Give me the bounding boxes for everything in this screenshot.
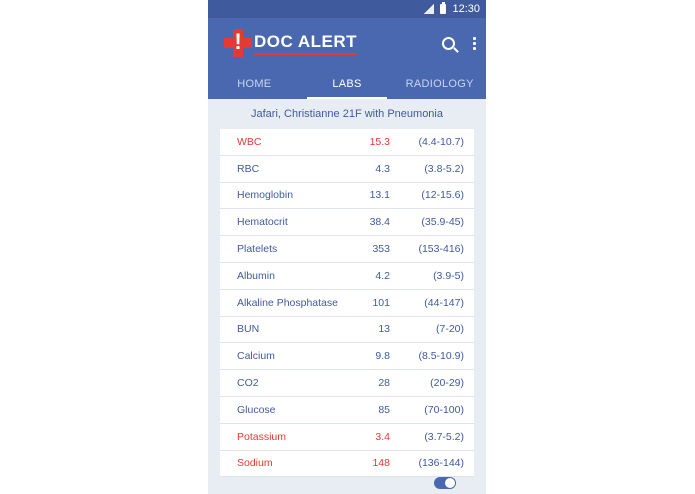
lab-value: 101	[372, 296, 390, 309]
lab-results-table: WBC 15.3 (4.4-10.7) RBC 4.3 (3.8-5.2) Hemoglob…	[220, 129, 474, 478]
battery-icon	[440, 2, 447, 14]
lab-reference-range: (7-20)	[435, 323, 464, 336]
lab-value: 13.1	[369, 189, 390, 202]
lab-name: CO2	[237, 377, 259, 390]
lab-name: BUN	[237, 323, 260, 336]
lab-value: 148	[372, 457, 390, 470]
logo-mark: !	[234, 29, 242, 54]
lab-value: 13	[378, 323, 390, 336]
lab-name: Sodium	[237, 457, 273, 470]
lab-reference-range: (12-15.6)	[421, 189, 464, 202]
app-logo: ! DOC ALERT	[224, 29, 358, 57]
lab-reference-range: (4.4-10.7)	[418, 135, 464, 148]
lab-reference-range: (3.9-5)	[433, 269, 464, 282]
lab-reference-range: (153-416)	[418, 243, 464, 256]
lab-name: Glucose	[237, 403, 276, 416]
medical-cross-icon: !	[224, 29, 252, 57]
signal-icon	[424, 4, 435, 14]
app-actions	[442, 36, 476, 50]
lab-value: 9.8	[375, 350, 390, 363]
table-row[interactable]: Albumin 4.2 (3.9-5)	[220, 263, 474, 290]
lab-name: Albumin	[237, 269, 275, 282]
table-row[interactable]: RBC 4.3 (3.8-5.2)	[220, 156, 474, 183]
table-row[interactable]: Sodium 148 (136-144)	[220, 451, 474, 478]
tab-radiology[interactable]: RADIOLOGY	[393, 68, 486, 99]
more-vert-icon[interactable]	[473, 36, 476, 50]
lab-name: Calcium	[237, 350, 275, 363]
lab-reference-range: (8.5-10.9)	[418, 350, 464, 363]
toggle-knob	[445, 478, 455, 488]
table-row[interactable]: CO2 28 (20-29)	[220, 370, 474, 397]
lab-value: 4.3	[375, 162, 390, 175]
lab-name: Potassium	[237, 430, 287, 443]
lab-reference-range: (44-147)	[424, 296, 464, 309]
lab-name: Alkaline Phosphatase	[237, 296, 338, 309]
status-time: 12:30	[452, 3, 480, 15]
lab-reference-range: (136-144)	[418, 457, 464, 470]
logo-text: DOC ALERT	[254, 32, 358, 55]
table-row[interactable]: BUN 13 (7-20)	[220, 317, 474, 344]
lab-value: 353	[372, 243, 390, 256]
table-row[interactable]: Hematocrit 38.4 (35.9-45)	[220, 209, 474, 237]
lab-value: 28	[378, 377, 390, 390]
lab-reference-range: (3.8-5.2)	[424, 162, 464, 175]
table-row[interactable]: Calcium 9.8 (8.5-10.9)	[220, 343, 474, 371]
lab-value: 15.3	[369, 135, 390, 148]
app-bar: ! DOC ALERT	[208, 18, 486, 68]
status-bar: 12:30	[208, 0, 486, 18]
lab-value: 3.4	[375, 430, 390, 443]
table-row[interactable]: Hemoglobin 13.1 (12-15.6)	[220, 183, 474, 210]
tab-labs[interactable]: LABS	[301, 68, 394, 99]
view-toggle[interactable]	[434, 477, 456, 489]
lab-reference-range: (20-29)	[430, 377, 464, 390]
tab-bar: HOME LABS RADIOLOGY	[208, 68, 486, 99]
lab-reference-range: (70-100)	[424, 403, 464, 416]
lab-reference-range: (35.9-45)	[421, 216, 464, 229]
tab-home[interactable]: HOME	[208, 68, 301, 99]
lab-reference-range: (3.7-5.2)	[424, 430, 464, 443]
table-row[interactable]: Glucose 85 (70-100)	[220, 397, 474, 424]
lab-name: Hemoglobin	[237, 189, 294, 202]
table-row[interactable]: Platelets 353 (153-416)	[220, 236, 474, 263]
lab-name: Hematocrit	[237, 216, 288, 229]
lab-value: 4.2	[375, 269, 390, 282]
lab-name: RBC	[237, 162, 260, 175]
table-row[interactable]: Alkaline Phosphatase 101 (44-147)	[220, 290, 474, 317]
lab-name: Platelets	[237, 243, 278, 256]
search-icon[interactable]	[442, 36, 455, 50]
lab-name: WBC	[237, 135, 262, 148]
table-row[interactable]: Potassium 3.4 (3.7-5.2)	[220, 424, 474, 451]
lab-value: 85	[378, 403, 390, 416]
phone-screen: 12:30 ! DOC ALERT HOME LABS RADIOLOGY Ja…	[208, 0, 486, 494]
lab-value: 38.4	[369, 216, 390, 229]
table-row[interactable]: WBC 15.3 (4.4-10.7)	[220, 129, 474, 156]
patient-summary: Jafari, Christianne 21F with Pneumonia	[251, 108, 443, 120]
